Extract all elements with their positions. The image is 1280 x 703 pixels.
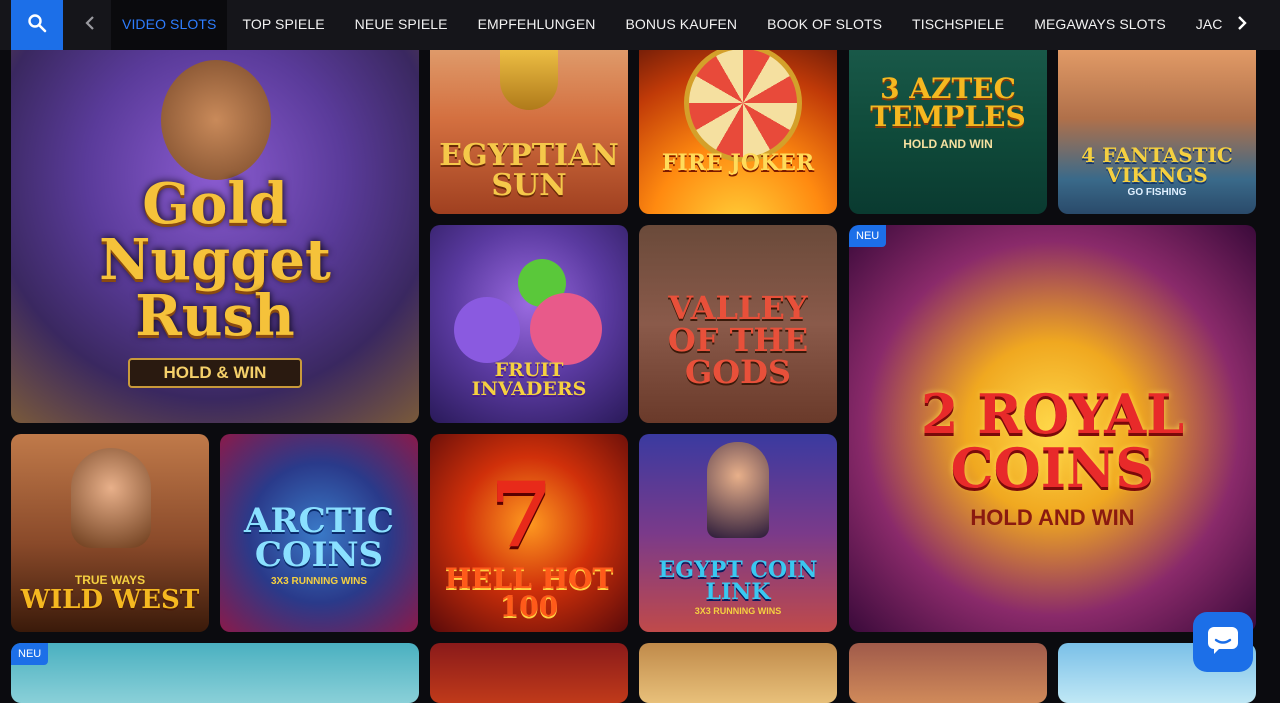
nav-prev-button[interactable] [70,0,110,50]
game-tile-2-royal-coins[interactable]: NEU 2 ROYAL COINS HOLD AND WIN [849,225,1256,632]
tab-tischspiele[interactable]: TISCHSPIELE [897,0,1019,50]
tab-empfehlungen[interactable]: EMPFEHLUNGEN [463,0,611,50]
queen-image [707,442,769,538]
game-tile-partial[interactable] [639,643,837,703]
game-title: 3 AZTEC TEMPLES [870,72,1026,133]
game-title: 2 ROYAL COINS [920,381,1185,500]
game-tile-valley-of-the-gods[interactable]: VALLEY OF THE GODS [639,225,837,423]
game-tile-partial[interactable]: NEU [11,643,419,703]
purple-monster-image [454,297,520,363]
game-tagline: HOLD AND WIN [903,137,993,151]
game-tile-hell-hot-100[interactable]: 7 HELL HOT 100 [430,434,628,632]
game-title: FIRE JOKER [661,150,815,176]
wheel-image [684,44,802,162]
game-title: 4 FANTASTIC VIKINGS [1081,142,1233,187]
seven-image: 7 [490,462,553,568]
game-tile-fire-joker[interactable]: FIRE JOKER [639,40,837,214]
miner-image [161,60,271,180]
game-tile-3-aztec-temples[interactable]: 3 AZTEC TEMPLES HOLD AND WIN [849,40,1047,214]
cowgirl-image [71,448,151,548]
game-title: WILD WEST [20,585,200,615]
search-button[interactable] [11,0,63,50]
game-title: EGYPTIAN SUN [439,138,619,203]
category-nav: VIDEO SLOTS TOP SPIELE NEUE SPIELE EMPFEHLU… [0,0,1280,50]
game-tile-4-fantastic-vikings[interactable]: 4 FANTASTIC VIKINGS GO FISHING [1058,40,1256,214]
tab-jackpot-slots[interactable]: JACKPOT SLOTS [1181,0,1222,50]
game-tile-partial[interactable] [430,643,628,703]
game-tile-gold-nugget-rush[interactable]: Gold Nugget Rush HOLD & WIN [11,40,419,423]
game-tile-wild-west[interactable]: TRUE WAYS WILD WEST [11,434,209,632]
new-badge: NEU [11,643,49,665]
game-tile-fruit-invaders[interactable]: FRUIT INVADERS [430,225,628,423]
nav-next-button[interactable] [1222,0,1262,50]
game-title: FRUIT INVADERS [471,359,587,400]
game-title: EGYPT COIN LINK [658,556,818,605]
tab-video-slots[interactable]: VIDEO SLOTS [111,0,228,50]
game-tile-partial[interactable] [849,643,1047,703]
pharaoh-image [500,40,558,110]
chat-icon [1206,625,1240,660]
new-badge: NEU [849,225,887,247]
chevron-right-icon [1235,15,1249,36]
tab-top-spiele[interactable]: TOP SPIELE [227,0,339,50]
game-tagline: HOLD AND WIN [970,504,1135,530]
game-title: ARCTIC COINS [244,500,394,575]
game-tagline: 3X3 RUNNING WINS [694,605,782,616]
game-tagline: HOLD & WIN [128,357,302,388]
game-tile-egyptian-sun[interactable]: EGYPTIAN SUN [430,40,628,214]
chat-button[interactable] [1193,612,1253,672]
category-tabs: VIDEO SLOTS TOP SPIELE NEUE SPIELE EMPFEHLU… [111,0,1222,50]
chevron-left-icon [83,15,97,36]
search-icon [27,13,47,38]
tab-megaways-slots[interactable]: MEGAWAYS SLOTS [1019,0,1181,50]
game-title: HELL HOT 100 [444,562,614,623]
tab-neue-spiele[interactable]: NEUE SPIELE [340,0,463,50]
game-title: VALLEY OF THE GODS [667,289,809,391]
game-tagline: 3X3 RUNNING WINS [270,575,368,587]
tab-bonus-kaufen[interactable]: BONUS KAUFEN [610,0,752,50]
game-tile-egypt-coin-link[interactable]: EGYPT COIN LINK 3X3 RUNNING WINS [639,434,837,632]
game-tile-arctic-coins[interactable]: ARCTIC COINS 3X3 RUNNING WINS [220,434,418,632]
pink-monster-image [530,293,602,365]
game-tagline: GO FISHING [1127,186,1187,198]
tab-book-of-slots[interactable]: BOOK OF SLOTS [752,0,897,50]
game-title: Gold Nugget Rush [99,170,331,349]
